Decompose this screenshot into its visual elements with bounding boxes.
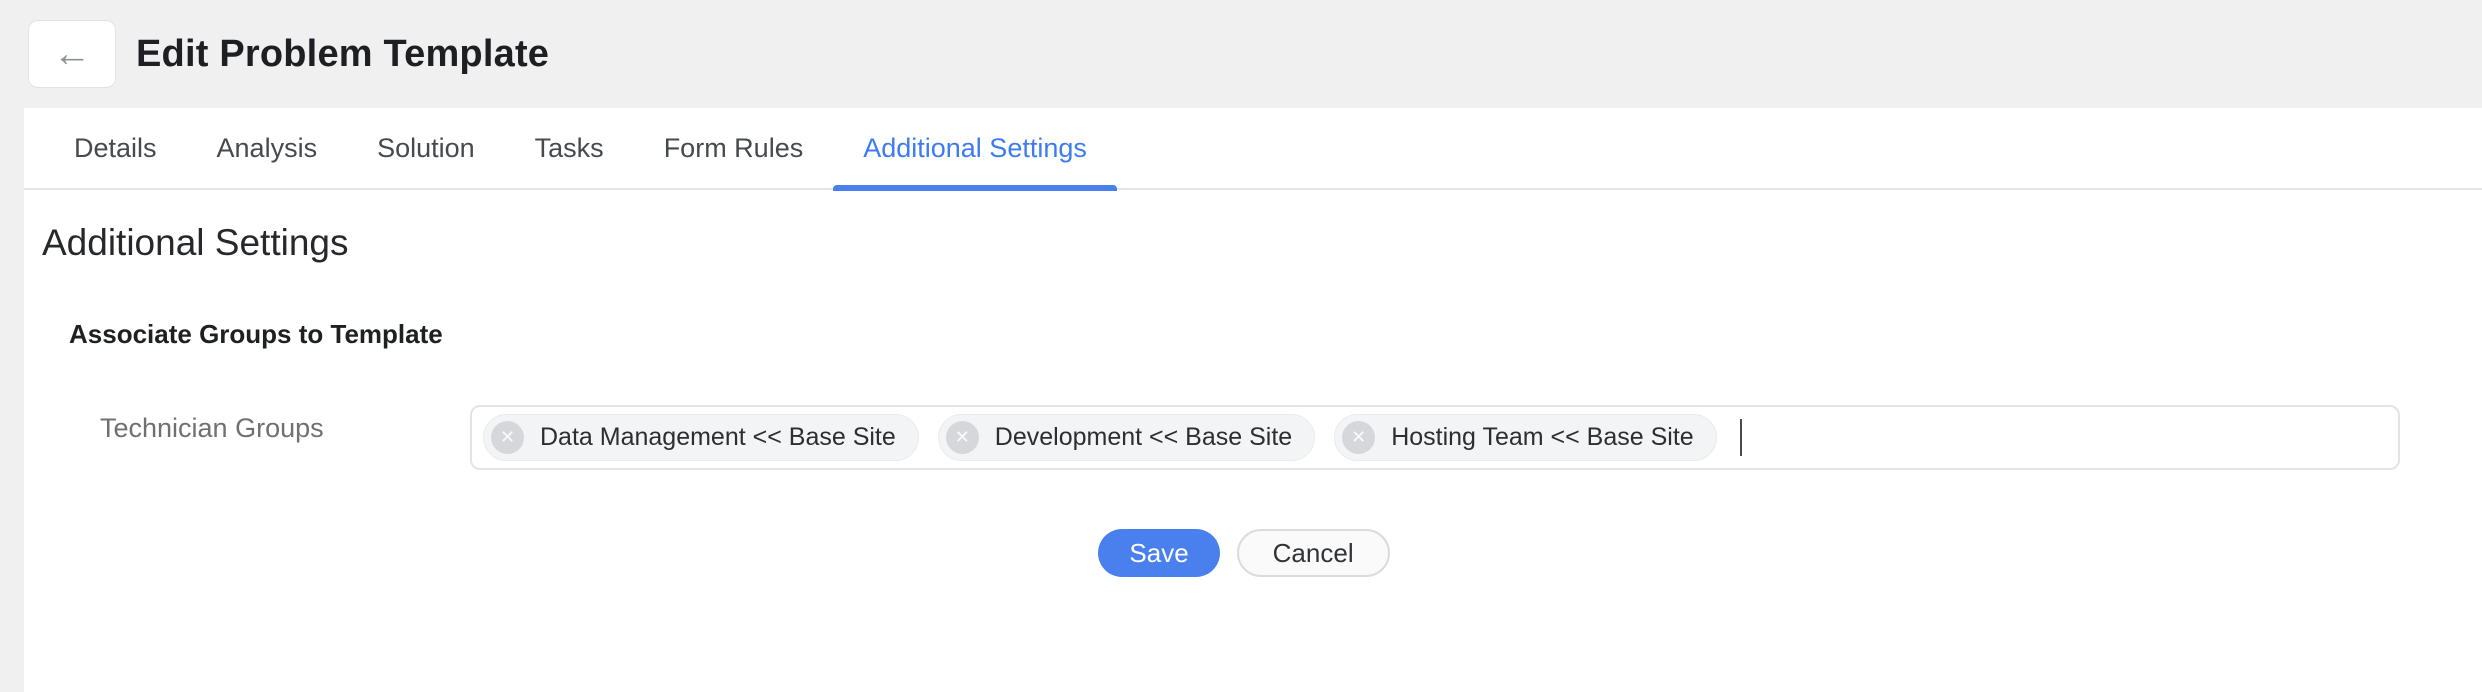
chip-label: Data Management << Base Site: [540, 423, 896, 452]
chip-label: Hosting Team << Base Site: [1391, 423, 1694, 452]
cancel-button[interactable]: Cancel: [1237, 529, 1390, 577]
text-caret: [1740, 419, 1742, 456]
content-panel: Details Analysis Solution Tasks Form Rul…: [24, 108, 2482, 692]
page-title: Edit Problem Template: [136, 33, 549, 76]
section-title: Additional Settings: [42, 222, 2464, 264]
technician-groups-input[interactable]: ✕ Data Management << Base Site ✕ Develop…: [470, 405, 2400, 470]
remove-chip-icon[interactable]: ✕: [491, 421, 524, 454]
tab-form-rules[interactable]: Form Rules: [634, 107, 834, 189]
additional-settings-section: Additional Settings Associate Groups to …: [24, 222, 2482, 577]
save-button[interactable]: Save: [1098, 529, 1219, 577]
form-actions: Save Cancel: [42, 529, 2464, 577]
back-button[interactable]: ←: [28, 20, 116, 88]
chip-development[interactable]: ✕ Development << Base Site: [938, 414, 1315, 461]
remove-chip-icon[interactable]: ✕: [946, 421, 979, 454]
technician-groups-row: Technician Groups ✕ Data Management << B…: [42, 405, 2464, 470]
chip-label: Development << Base Site: [995, 423, 1292, 452]
tab-bar: Details Analysis Solution Tasks Form Rul…: [24, 108, 2482, 190]
page-header: ← Edit Problem Template: [0, 0, 2482, 108]
chip-data-management[interactable]: ✕ Data Management << Base Site: [483, 414, 919, 461]
chip-hosting-team[interactable]: ✕ Hosting Team << Base Site: [1334, 414, 1717, 461]
tab-analysis[interactable]: Analysis: [187, 107, 348, 189]
arrow-left-icon: ←: [53, 33, 91, 76]
tab-details[interactable]: Details: [44, 107, 187, 189]
remove-chip-icon[interactable]: ✕: [1342, 421, 1375, 454]
tab-solution[interactable]: Solution: [347, 107, 505, 189]
subsection-title: Associate Groups to Template: [69, 319, 2464, 349]
tab-additional-settings[interactable]: Additional Settings: [833, 107, 1117, 189]
tab-tasks[interactable]: Tasks: [505, 107, 634, 189]
technician-groups-label: Technician Groups: [100, 405, 470, 444]
